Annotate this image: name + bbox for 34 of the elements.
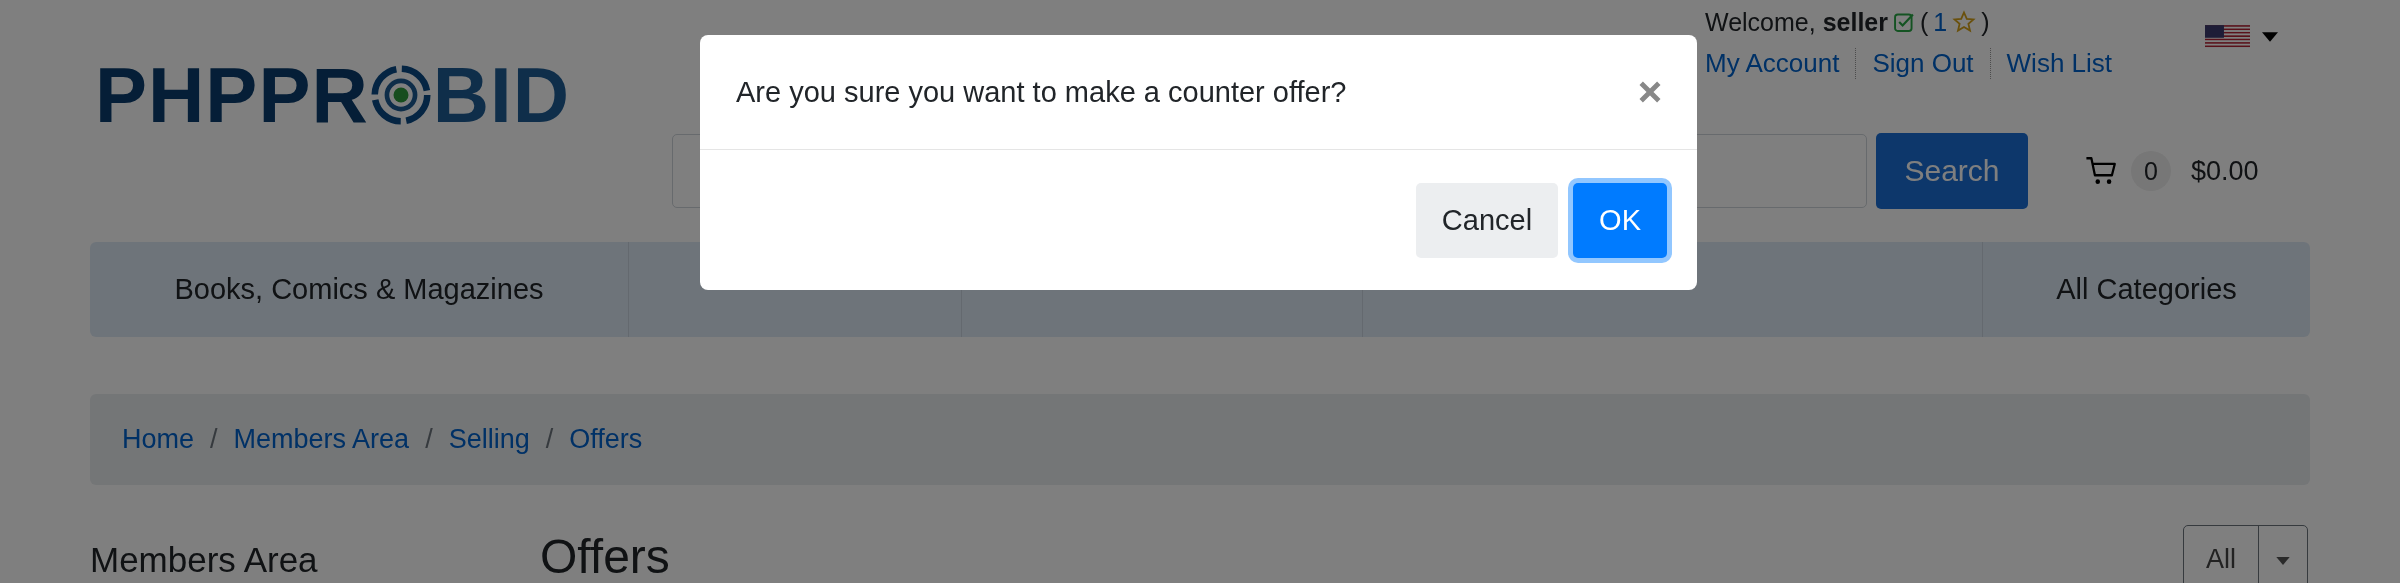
logo-text[interactable]: BID [432,56,571,134]
category-link[interactable]: Books, Comics & Magazines [90,242,629,337]
breadcrumb-separator: / [424,424,434,455]
logo-text[interactable]: PHPPR [95,56,369,134]
welcome-text: Welcome, seller [1705,7,1888,37]
account-link[interactable]: My Account [1705,48,1856,79]
cancel-button[interactable]: Cancel [1415,182,1559,258]
account-link[interactable]: Sign Out [1855,48,1990,79]
flag-icon[interactable] [2205,25,2250,49]
cart-count-badge: 0 [2131,151,2171,191]
breadcrumb-link[interactable]: Selling [448,424,530,455]
cart-total: $0.00 [2191,155,2259,187]
breadcrumb-link[interactable]: Members Area [233,424,410,455]
sidebar-title: Members Area [90,540,540,583]
caret-icon [2276,557,2290,565]
page-title: Offers [540,531,670,583]
account-link[interactable]: Wish List [1989,48,2129,79]
breadcrumb-link[interactable]: Offers [569,424,643,455]
paren-text: ( [1920,7,1929,37]
breadcrumb-separator: / [544,424,555,455]
target-icon [370,65,431,125]
caret-icon[interactable] [2262,32,2278,42]
breadcrumb-separator: / [209,424,219,455]
paren-text: ) [1981,7,1990,37]
category-link[interactable]: All Categories [1983,242,2310,337]
feedback-score-link[interactable]: 1 [1933,7,1948,37]
star-icon [1952,10,1977,34]
filter-dropdown[interactable]: All [2183,525,2308,583]
breadcrumb-link[interactable]: Home [122,424,195,455]
ok-button[interactable]: OK [1573,182,1667,258]
close-icon[interactable] [1639,81,1661,103]
search-button[interactable]: Search [1876,133,2028,209]
dialog-message: Are you sure you want to make a counter offer? [736,75,1347,109]
verified-icon [1893,11,1915,33]
